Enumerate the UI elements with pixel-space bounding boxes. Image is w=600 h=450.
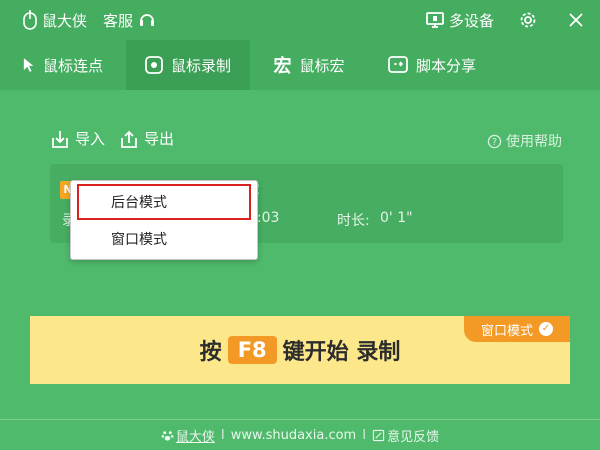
window-mode-tag[interactable]: 窗口模式 ✓	[464, 316, 570, 342]
footer: 鼠大侠 I www.shudaxia.com I 意见反馈	[0, 422, 600, 448]
close-icon[interactable]	[568, 12, 584, 28]
banner-rest: 键开始 录制	[282, 340, 401, 365]
mouse-logo-icon	[23, 10, 37, 30]
import-label: 导入	[75, 130, 106, 148]
start-record-banner[interactable]: 按 F8 键开始 录制 窗口模式 ✓	[30, 316, 570, 384]
feedback-link[interactable]: 意见反馈	[372, 426, 439, 445]
cursor-arrow-icon	[23, 58, 34, 72]
export-label: 导出	[144, 130, 175, 148]
tab-label: 鼠标录制	[170, 56, 231, 75]
tab-label: 脚本分享	[415, 56, 476, 75]
footer-url-link[interactable]: www.shudaxia.com	[231, 428, 356, 443]
footer-brand-link[interactable]: 鼠大侠	[161, 426, 215, 445]
title-bar-left: 鼠大侠 客服	[22, 10, 157, 31]
tab-mouse-record[interactable]: 鼠标录制	[126, 40, 250, 90]
duration-label: 时长:	[337, 213, 370, 229]
help-link[interactable]: ? 使用帮助	[487, 131, 562, 151]
script-share-icon	[388, 56, 408, 73]
export-icon	[121, 130, 137, 148]
macro-icon: 宏	[273, 56, 292, 77]
window-mode-tag-label: 窗口模式	[480, 323, 533, 339]
headset-icon[interactable]	[137, 10, 157, 30]
title-bar-right: 多设备	[425, 10, 584, 31]
gear-icon[interactable]	[518, 10, 538, 30]
import-export-toolbar: 导入 导出	[50, 128, 188, 149]
record-icon	[145, 56, 163, 74]
tab-label: 鼠标宏	[299, 56, 345, 75]
footer-divider	[0, 419, 600, 420]
svg-text:?: ?	[492, 136, 497, 147]
help-label: 使用帮助	[506, 134, 562, 150]
menu-item-window-mode[interactable]: 窗口模式	[71, 223, 257, 259]
export-button[interactable]: 导出	[119, 128, 174, 149]
main-tabs: 鼠标连点 鼠标录制 宏 鼠标宏 脚本分享	[0, 40, 600, 90]
feedback-icon	[372, 429, 385, 441]
check-icon: ✓	[539, 322, 553, 336]
banner-press: 按	[199, 340, 222, 365]
footer-brand: 鼠大侠	[175, 429, 215, 445]
duration-value: 0' 1"	[380, 210, 413, 226]
multi-device-label: 多设备	[448, 11, 494, 30]
menu-item-background-mode[interactable]: 后台模式	[77, 184, 251, 220]
app-name: 鼠大侠	[42, 11, 88, 30]
tab-label: 鼠标连点	[42, 56, 103, 75]
mode-context-menu: 后台模式 窗口模式	[70, 180, 258, 260]
import-button[interactable]: 导入	[50, 128, 105, 149]
hotkey-badge: F8	[227, 336, 277, 364]
support-link[interactable]: 客服	[103, 10, 133, 31]
monitor-icon	[426, 12, 444, 28]
tab-mouse-macro[interactable]: 宏 鼠标宏	[250, 40, 368, 90]
footer-separator: I	[220, 427, 225, 443]
footer-separator: I	[362, 427, 367, 443]
title-bar: 鼠大侠 客服 多设备	[0, 0, 600, 40]
feedback-label: 意见反馈	[387, 429, 440, 445]
import-icon	[52, 130, 68, 148]
paw-icon	[161, 430, 174, 441]
tab-script-share[interactable]: 脚本分享	[368, 40, 496, 90]
help-icon: ?	[487, 134, 502, 148]
tab-mouse-click[interactable]: 鼠标连点	[0, 40, 126, 90]
multi-device-button[interactable]: 多设备	[425, 10, 494, 31]
